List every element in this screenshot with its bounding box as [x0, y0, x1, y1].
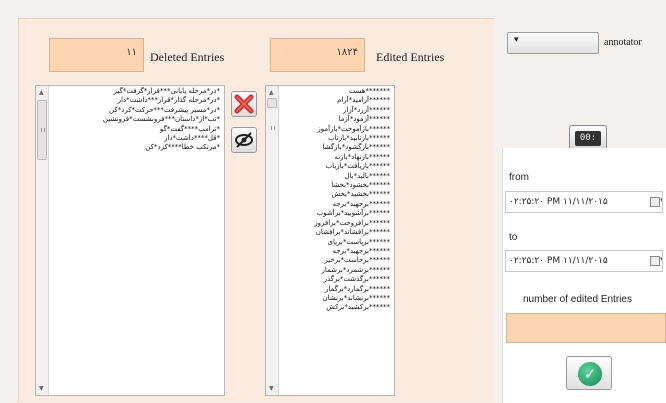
calendar-icon[interactable] — [650, 196, 662, 207]
list-item[interactable]: *ترامپ****گفت*گو — [50, 125, 220, 134]
scroll-down-icon[interactable]: ▼ — [39, 385, 44, 392]
list-item[interactable]: ******بخشید*بخش — [280, 190, 390, 199]
edited-count-label: number of edited Entries — [523, 294, 632, 305]
list-item[interactable]: ******آزمود*آزما — [280, 115, 390, 124]
list-item[interactable]: ******بازیافت*بازیاب — [280, 162, 390, 171]
scroll-thumb[interactable] — [267, 98, 277, 130]
edited-count-box: ۱۸۲۴ — [270, 38, 365, 72]
edited-rows: *******هست ******آرامید*آرام ******آزرد*آز… — [280, 87, 390, 313]
dropdown-arrow-icon: ▾ — [514, 35, 519, 45]
list-item[interactable]: *******هست — [280, 87, 390, 96]
from-label: from — [509, 172, 529, 183]
deleted-count-box: ۱۱ — [49, 38, 144, 72]
hide-entry-button[interactable] — [231, 127, 257, 153]
scroll-up-icon[interactable]: ▲ — [269, 89, 274, 96]
delete-entry-button[interactable] — [231, 91, 257, 117]
list-item[interactable]: ******برجهید*برجه — [280, 247, 390, 256]
to-date-field[interactable]: ۰۲:۲۵:۲۰ PM ۱۱/۱۱/۲۰۱۵ — [505, 250, 663, 272]
list-item[interactable]: ******برآشوبید*برآشوب — [280, 209, 390, 218]
list-item[interactable]: ******برخاست*برخیز — [280, 256, 390, 265]
to-date-value: ۰۲:۲۵:۲۰ PM ۱۱/۱۱/۲۰۱۵ — [509, 256, 608, 266]
clock-icon: 00: — [575, 131, 601, 146]
edited-count-field[interactable] — [506, 313, 666, 343]
list-item[interactable]: ******برگذشت*برگذر — [280, 275, 390, 284]
list-item[interactable]: ******برافروخت*برافروز — [280, 219, 390, 228]
edited-entries-list[interactable]: ▲ ▼ *******هست ******آرامید*آرام ******آزر… — [265, 85, 395, 396]
scroll-down-icon[interactable]: ▼ — [269, 385, 274, 392]
deleted-list-scrollbar[interactable]: ▲ ▼ — [36, 86, 49, 395]
deleted-rows: *در*مرحله پایانی***قرار*گرفت*گیر *در*مرحل… — [50, 87, 220, 153]
from-date-value: ۰۲:۲۵:۲۰ PM ۱۱/۱۱/۲۰۱۵ — [509, 197, 608, 207]
list-item[interactable]: ******برافشاند*برافشان — [280, 228, 390, 237]
list-item[interactable]: ******برکشید*برکش — [280, 303, 390, 312]
checkmark-icon: ✓ — [578, 362, 602, 386]
deleted-entries-list[interactable]: ▲ ▼ *در*مرحله پایانی***قرار*گرفت*گیر *در*… — [35, 85, 225, 396]
list-item[interactable]: ******برنشاند*برنشان — [280, 294, 390, 303]
list-item[interactable]: ******آزرد*آزار — [280, 106, 390, 115]
scroll-up-icon[interactable]: ▲ — [39, 89, 44, 96]
annotator-dropdown[interactable]: ▾ — [507, 32, 599, 54]
list-item[interactable]: *در*مرحله گذار*قرار***داشت*دار — [50, 96, 220, 105]
list-item[interactable]: ******برپاست*برپای — [280, 238, 390, 247]
list-item[interactable]: ******برگمارد*برگمار — [280, 285, 390, 294]
list-item[interactable]: ******بازنهاد*بازنه — [280, 153, 390, 162]
list-item[interactable]: ******بازگشود*بازگشا — [280, 143, 390, 152]
list-item[interactable]: ******بخشود*بخشا — [280, 181, 390, 190]
confirm-button[interactable]: ✓ — [566, 356, 612, 390]
deleted-entries-label: Deleted Entries — [150, 50, 225, 64]
close-x-icon — [234, 94, 254, 114]
list-item[interactable]: ******بالید*بال — [280, 172, 390, 181]
edited-entries-label: Edited Entries — [376, 50, 445, 64]
list-item[interactable]: ******برجهید*برجه — [280, 200, 390, 209]
edited-count: ۱۸۲۴ — [336, 47, 358, 58]
list-item[interactable]: *قل****داشت*دار — [50, 134, 220, 143]
list-item[interactable]: *مرتکب خطا****کرد*کن — [50, 143, 220, 152]
list-item[interactable]: ******برشمرد*برشمار — [280, 266, 390, 275]
from-date-field[interactable]: ۰۲:۲۵:۲۰ PM ۱۱/۱۱/۲۰۱۵ — [505, 191, 663, 213]
edited-list-scrollbar[interactable]: ▲ ▼ — [266, 86, 279, 395]
annotator-label: annotator — [604, 37, 642, 48]
list-item[interactable]: ******آرامید*آرام — [280, 96, 390, 105]
eye-slash-icon — [235, 132, 253, 148]
list-item[interactable]: *تب*از*داستان***فرونشست*فرونشین — [50, 115, 220, 124]
list-item[interactable]: *در*مرحله پایانی***قرار*گرفت*گیر — [50, 87, 220, 96]
list-item[interactable]: ******بازآموخت*بازآموز — [280, 125, 390, 134]
deleted-count: ۱۱ — [126, 47, 137, 58]
annotator-selector: ▾ annotator — [507, 25, 665, 62]
list-item[interactable]: *در*مسیر پیشرفت***حرکت*کرد*کن — [50, 106, 220, 115]
to-label: to — [509, 232, 518, 243]
calendar-icon[interactable] — [650, 255, 662, 266]
scroll-thumb[interactable] — [37, 100, 47, 160]
